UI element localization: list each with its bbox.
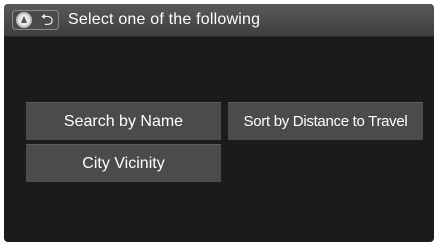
navigation-screen: ⮌ Select one of the following Search by … [4, 4, 434, 242]
city-vicinity-button[interactable]: City Vicinity [26, 144, 221, 182]
search-by-name-button[interactable]: Search by Name [26, 102, 221, 140]
page-title: Select one of the following [68, 11, 261, 28]
title-bar: ⮌ Select one of the following [4, 4, 434, 37]
navigation-icon[interactable] [16, 12, 32, 28]
sort-by-distance-button[interactable]: Sort by Distance to Travel [228, 102, 423, 140]
back-icon[interactable]: ⮌ [37, 11, 57, 29]
header-icon-group: ⮌ [12, 10, 59, 30]
